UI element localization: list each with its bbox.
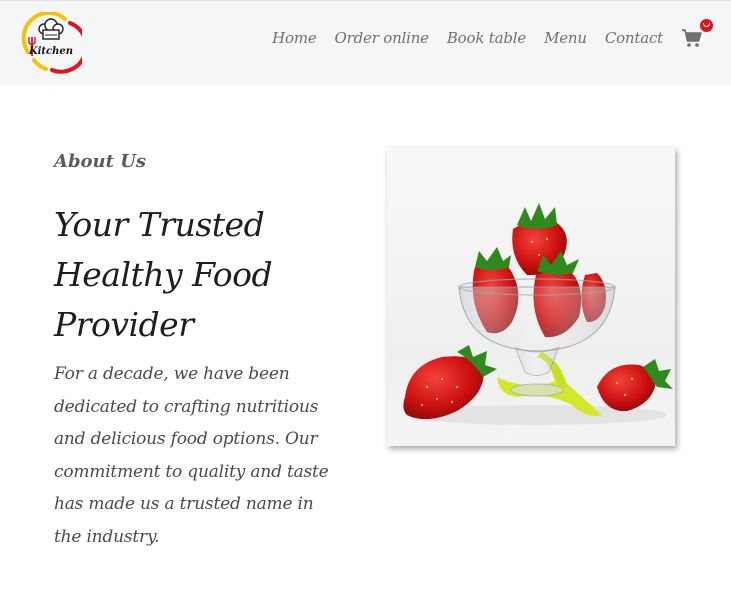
nav-home[interactable]: Home [272, 29, 317, 47]
site-header: Kitchen Home Order online Book table Men… [0, 0, 731, 86]
nav-menu[interactable]: Menu [544, 29, 587, 47]
nav-order-online[interactable]: Order online [335, 29, 430, 47]
headline-line: Healthy Food [54, 255, 273, 294]
description-line: has made us a trusted name in [54, 494, 314, 514]
description-line: the industry. [54, 526, 160, 547]
nav-book-table[interactable]: Book table [447, 29, 526, 47]
section-headline: Your Trusted Healthy Food Provider [54, 200, 354, 350]
main-nav: Home Order online Book table Menu Contac… [272, 17, 715, 48]
description-line: and delicious food options. Our [54, 429, 318, 449]
description-line: dedicated to crafting nutritious [54, 396, 319, 417]
kitchen-logo[interactable]: Kitchen [20, 10, 89, 74]
nav-contact[interactable]: Contact [605, 29, 663, 47]
headline-line: Provider [54, 305, 194, 344]
strawberries-photo [387, 147, 675, 446]
description-line: commitment to quality and taste [54, 461, 329, 482]
description-line: For a decade, we have been [54, 364, 290, 384]
strawberry-bowl-image [403, 203, 673, 425]
section-description: For a decade, we have been dedicated to … [54, 358, 354, 553]
logo-icon: Kitchen [21, 10, 89, 74]
check-badge-icon [698, 17, 715, 34]
logo-wordmark: Kitchen [28, 46, 73, 57]
headline-line: Your Trusted [54, 205, 265, 244]
cart-button[interactable] [681, 17, 715, 48]
section-label: About Us [54, 151, 147, 172]
